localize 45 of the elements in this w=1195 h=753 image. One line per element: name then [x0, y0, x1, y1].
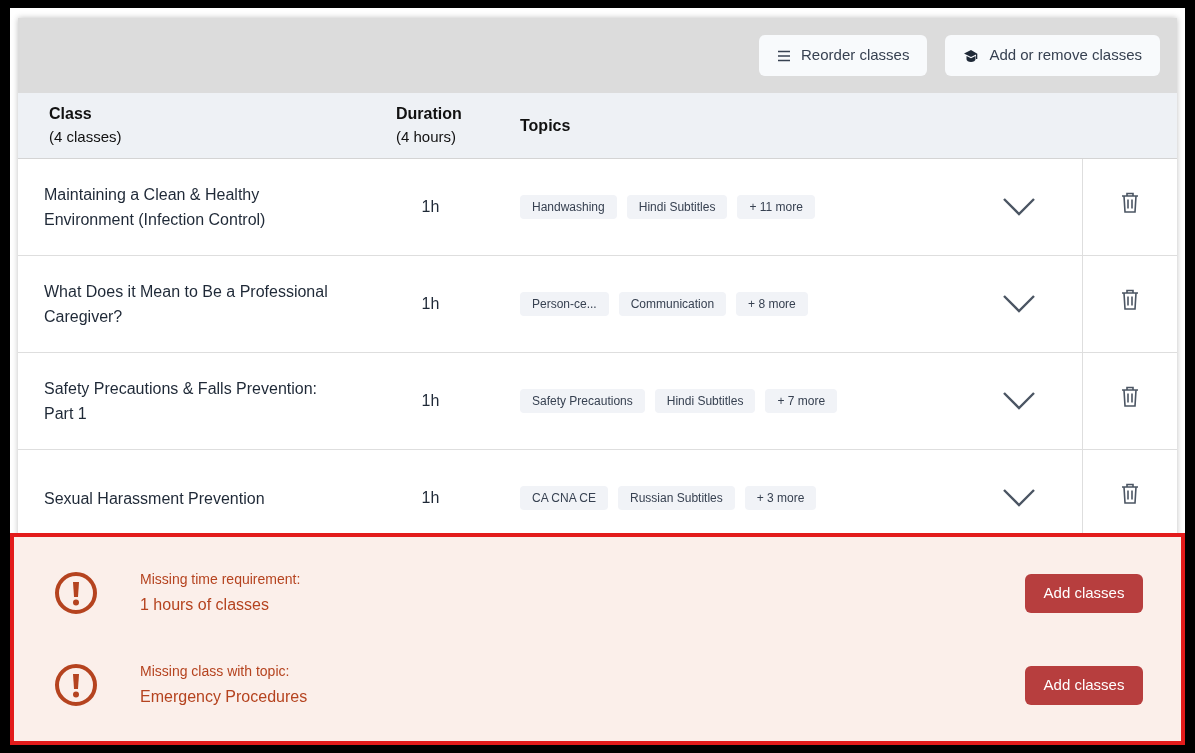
chevron-down-icon[interactable]	[1002, 294, 1036, 314]
chevron-down-icon[interactable]	[1002, 488, 1036, 508]
duration: 1h	[420, 294, 441, 314]
chevron-down-icon[interactable]	[1002, 391, 1036, 411]
class-name: What Does it Mean to Be a Professional Caregiver?	[43, 282, 329, 327]
trash-icon[interactable]	[1121, 483, 1139, 504]
class-name: Safety Precautions & Falls Prevention: Part 1	[43, 379, 319, 424]
alert-label: Missing time requirement:	[140, 570, 302, 589]
exclamation-circle-icon	[54, 663, 98, 707]
duration: 1h	[420, 197, 441, 217]
topic-tag: Handwashing	[520, 195, 617, 219]
class-name: Maintaining a Clean & Healthy Environment (Infection Control)	[43, 185, 267, 230]
topic-tag: Hindi Subtitles	[654, 389, 756, 413]
column-subtitle: (4 classes)	[49, 127, 123, 148]
add-classes-button[interactable]: Add classes	[1025, 573, 1143, 613]
column-title: Topics	[520, 115, 571, 136]
add-classes-button[interactable]: Add classes	[1025, 665, 1143, 705]
class-name: Sexual Harassment Prevention	[43, 488, 266, 509]
topic-tag: + 11 more	[737, 195, 815, 219]
topic-tag: Russian Subtitles	[618, 486, 735, 510]
alert-label: Missing class with topic:	[140, 662, 291, 681]
alert-value: 1 hours of classes	[140, 595, 270, 615]
topic-tag: CA CNA CE	[520, 486, 609, 510]
topic-tag: Communication	[618, 292, 727, 316]
trash-icon[interactable]	[1121, 386, 1139, 407]
topic-tag: + 7 more	[765, 389, 838, 413]
toolbar-button[interactable]: Reorder classes	[759, 35, 928, 76]
column-title: Class	[49, 104, 93, 125]
column-subtitle: (4 hours)	[396, 127, 458, 148]
trash-icon[interactable]	[1121, 289, 1139, 310]
duration: 1h	[420, 391, 441, 411]
toolbar-button[interactable]: Add or remove classes	[945, 35, 1160, 76]
trash-icon[interactable]	[1121, 192, 1139, 213]
topic-tag: Safety Precautions	[520, 389, 645, 413]
alert-value: Emergency Procedures	[140, 687, 309, 707]
topic-tag: Person-ce...	[520, 292, 609, 316]
topic-tag: + 8 more	[736, 292, 808, 316]
menu-icon	[777, 49, 792, 62]
duration: 1h	[420, 488, 441, 508]
topic-tag: + 3 more	[744, 486, 817, 510]
graduation-cap-icon	[963, 48, 980, 63]
chevron-down-icon[interactable]	[1002, 197, 1036, 217]
exclamation-circle-icon	[54, 571, 98, 615]
topic-tag: Hindi Subtitles	[626, 195, 728, 219]
column-title: Duration	[396, 104, 463, 125]
